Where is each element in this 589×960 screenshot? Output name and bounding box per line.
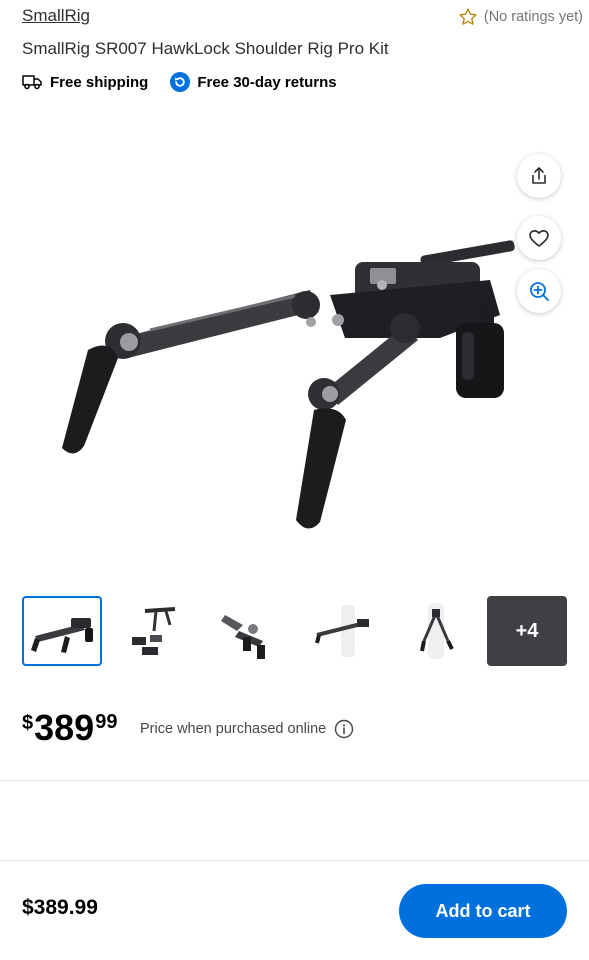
free-shipping: Free shipping: [22, 74, 148, 91]
free-returns: Free 30-day returns: [170, 72, 337, 92]
free-returns-label: Free 30-day returns: [197, 73, 337, 91]
thumbnail-image: [315, 605, 369, 657]
product-image[interactable]: [0, 110, 589, 580]
thumbnail-image: [31, 618, 93, 653]
price-note-text: Price when purchased online: [140, 721, 327, 737]
rating[interactable]: (No ratings yet): [458, 7, 583, 27]
product-title: SmallRig SR007 HawkLock Shoulder Rig Pro…: [22, 39, 389, 58]
star-icon: [459, 8, 477, 25]
brand-link[interactable]: SmallRig: [22, 6, 90, 26]
zoom-button[interactable]: [517, 269, 561, 313]
perks-row: Free shipping Free 30-day returns: [22, 72, 337, 92]
thumbnail-image: [221, 615, 265, 659]
shoulder-rig-image: [62, 240, 515, 529]
info-icon[interactable]: [334, 719, 354, 739]
share-button[interactable]: [517, 154, 561, 198]
thumbnail-3[interactable]: [208, 596, 288, 666]
price-currency: $: [22, 712, 34, 734]
truck-icon: [22, 75, 42, 90]
price-cents: 99: [95, 711, 118, 733]
thumbnail-image: [420, 603, 454, 659]
add-to-cart-button[interactable]: Add to cart: [399, 884, 567, 938]
returns-icon: [170, 72, 191, 92]
thumbnail-4[interactable]: [302, 596, 382, 666]
more-images-button[interactable]: +4: [487, 596, 567, 666]
rating-text: (No ratings yet): [483, 9, 583, 25]
bottom-bar-divider: [0, 860, 589, 861]
thumbnail-1[interactable]: [22, 596, 102, 666]
zoom-in-icon: [529, 281, 549, 301]
more-images-count: +4: [515, 619, 539, 642]
thumbnail-2[interactable]: [115, 596, 195, 666]
price: $ 389 99: [22, 708, 117, 748]
thumbnail-image: [132, 607, 176, 655]
thumbnail-5[interactable]: [395, 596, 475, 666]
heart-icon: [529, 230, 549, 247]
divider: [0, 780, 589, 781]
free-shipping-label: Free shipping: [50, 73, 149, 91]
favorite-button[interactable]: [517, 216, 561, 260]
bottom-bar-price: $389.99: [22, 896, 98, 919]
price-note: Price when purchased online: [140, 719, 354, 739]
price-dollars: 389: [34, 707, 95, 748]
thumbnail-strip: +4: [22, 596, 567, 666]
share-icon: [532, 167, 546, 184]
